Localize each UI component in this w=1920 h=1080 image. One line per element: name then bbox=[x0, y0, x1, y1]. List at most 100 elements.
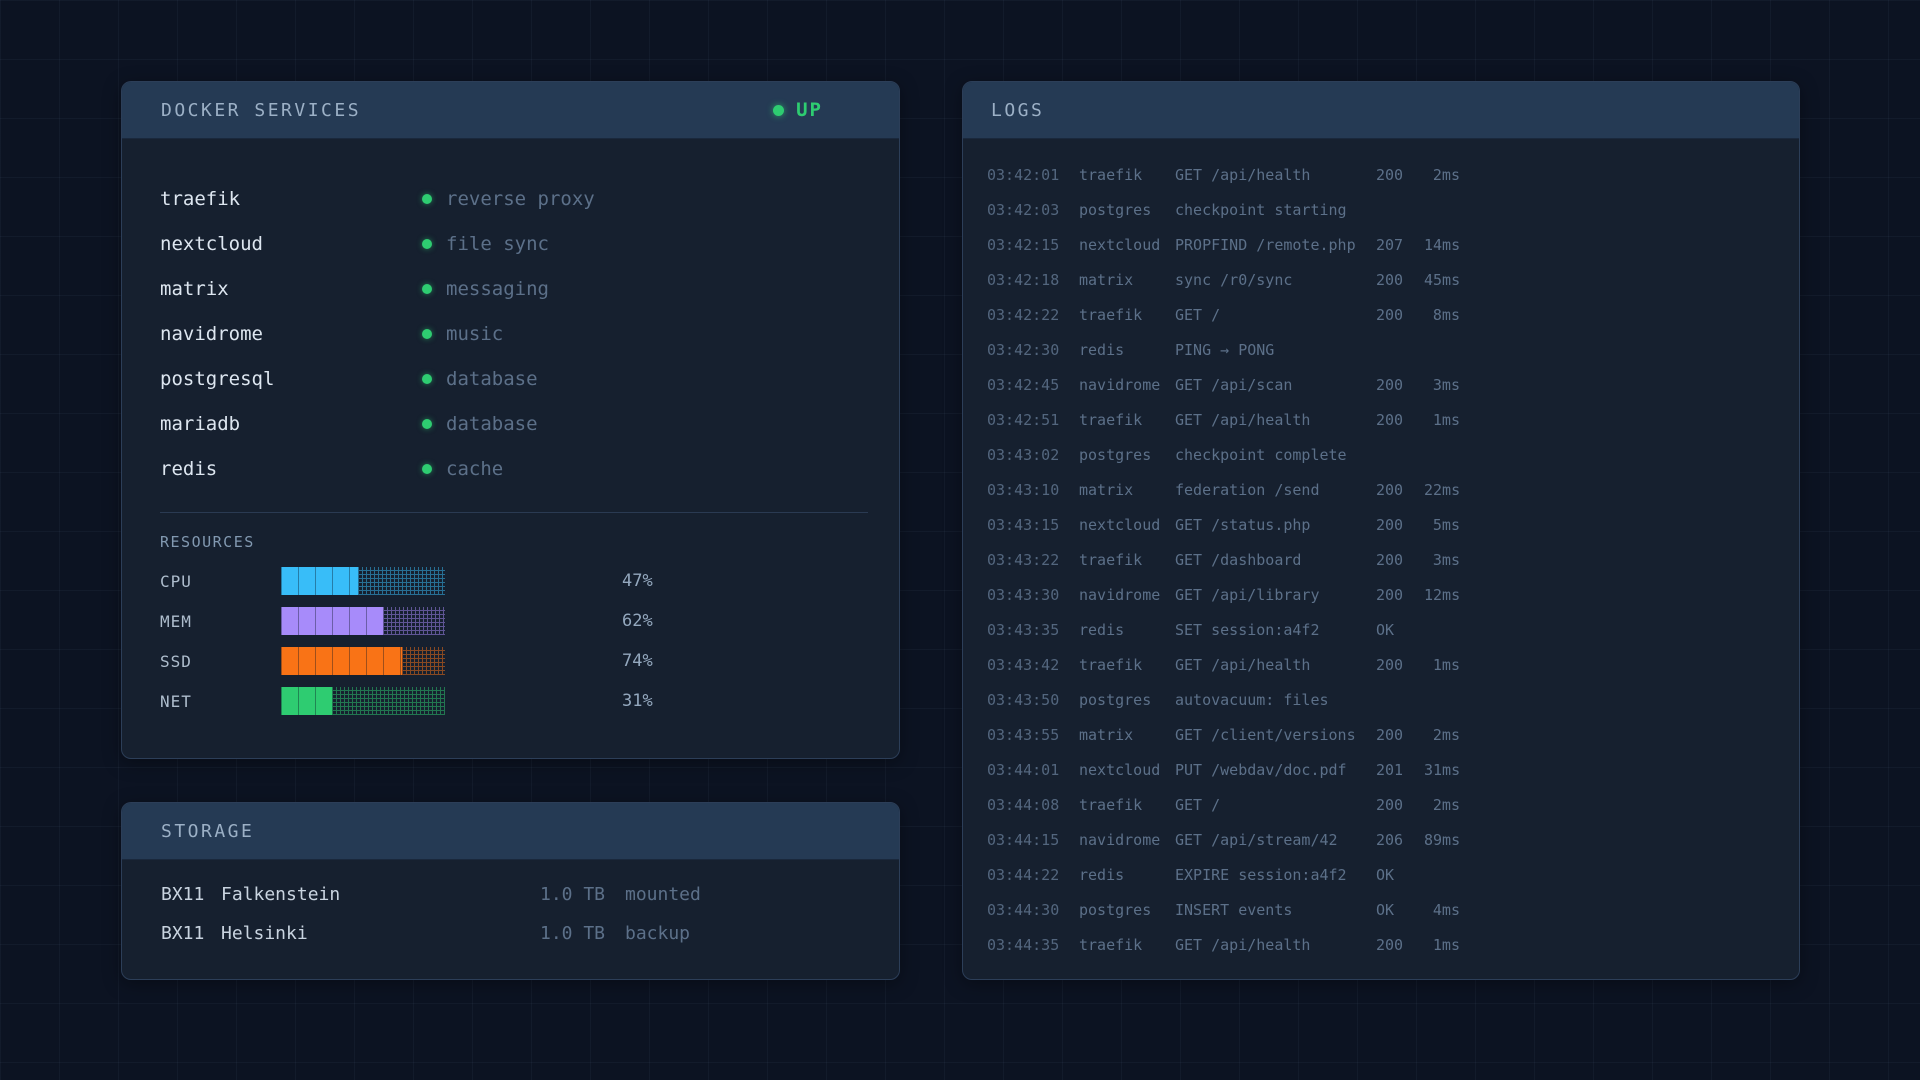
log-message: EXPIRE session:a4f2 bbox=[1175, 866, 1376, 884]
service-description: cache bbox=[446, 458, 899, 480]
log-status-code: 206 bbox=[1376, 831, 1424, 849]
resources-list: CPU 47% MEM 62% SSD bbox=[122, 561, 899, 721]
log-service: redis bbox=[1079, 341, 1175, 359]
resource-percent: 47% bbox=[445, 571, 899, 591]
storage-server-tag: BX11 bbox=[161, 884, 221, 905]
section-divider bbox=[160, 512, 868, 513]
log-status-code: 200 bbox=[1376, 551, 1424, 569]
resource-usage-bar bbox=[281, 687, 445, 715]
service-description: database bbox=[446, 368, 899, 390]
log-timestamp: 03:44:22 bbox=[987, 866, 1079, 884]
storage-row: BX11 Falkenstein 1.0 TB mounted bbox=[161, 875, 899, 914]
logs-header: LOGS bbox=[963, 82, 1799, 139]
service-status-dot-icon bbox=[422, 239, 432, 249]
storage-location: Falkenstein bbox=[221, 884, 540, 905]
service-status-dot-icon bbox=[422, 329, 432, 339]
log-row: 03:43:22 traefik GET /dashboard 200 3ms bbox=[987, 542, 1799, 577]
storage-status: mounted bbox=[625, 884, 899, 905]
log-message: INSERT events bbox=[1175, 901, 1376, 919]
service-name: matrix bbox=[160, 278, 422, 300]
log-service: traefik bbox=[1079, 796, 1175, 814]
log-service: postgres bbox=[1079, 201, 1175, 219]
storage-title: STORAGE bbox=[161, 821, 254, 842]
service-description: database bbox=[446, 413, 899, 435]
service-name: redis bbox=[160, 458, 422, 480]
resource-bar-remainder bbox=[358, 567, 445, 595]
log-status-code: OK bbox=[1376, 901, 1424, 919]
resource-label: MEM bbox=[160, 612, 281, 631]
log-service: navidrome bbox=[1079, 831, 1175, 849]
log-duration: 12ms bbox=[1424, 586, 1460, 604]
log-message: GET /client/versions bbox=[1175, 726, 1376, 744]
log-row: 03:43:50 postgres autovacuum: files bbox=[987, 682, 1799, 717]
log-row: 03:42:03 postgres checkpoint starting bbox=[987, 192, 1799, 227]
dashboard-background: { "theme": { "green": "#2ecc71", "page_b… bbox=[0, 0, 1920, 1080]
log-message: PROPFIND /remote.php bbox=[1175, 236, 1376, 254]
docker-services-title: DOCKER SERVICES bbox=[161, 100, 361, 121]
storage-row: BX11 Helsinki 1.0 TB backup bbox=[161, 914, 899, 953]
services-list: traefik reverse proxy nextcloud file syn… bbox=[122, 139, 899, 491]
log-timestamp: 03:43:15 bbox=[987, 516, 1079, 534]
log-timestamp: 03:43:02 bbox=[987, 446, 1079, 464]
resource-label: CPU bbox=[160, 572, 281, 591]
log-timestamp: 03:42:51 bbox=[987, 411, 1079, 429]
log-status-code: 200 bbox=[1376, 586, 1424, 604]
log-service: postgres bbox=[1079, 446, 1175, 464]
log-timestamp: 03:42:01 bbox=[987, 166, 1079, 184]
service-row: navidrome music bbox=[160, 311, 899, 356]
log-timestamp: 03:44:15 bbox=[987, 831, 1079, 849]
log-timestamp: 03:44:01 bbox=[987, 761, 1079, 779]
logs-title: LOGS bbox=[991, 100, 1044, 121]
resource-row: NET 31% bbox=[160, 681, 899, 721]
log-status-code: 200 bbox=[1376, 936, 1424, 954]
log-timestamp: 03:44:08 bbox=[987, 796, 1079, 814]
log-service: nextcloud bbox=[1079, 516, 1175, 534]
log-status-code: 201 bbox=[1376, 761, 1424, 779]
log-status-code: OK bbox=[1376, 866, 1424, 884]
log-timestamp: 03:43:50 bbox=[987, 691, 1079, 709]
resource-percent: 62% bbox=[445, 611, 899, 631]
log-service: traefik bbox=[1079, 551, 1175, 569]
log-status-code: 200 bbox=[1376, 796, 1424, 814]
log-status-code: 200 bbox=[1376, 271, 1424, 289]
log-status-code: 200 bbox=[1376, 481, 1424, 499]
storage-panel: STORAGE BX11 Falkenstein 1.0 TB mounted … bbox=[121, 802, 900, 980]
log-row: 03:42:01 traefik GET /api/health 200 2ms bbox=[987, 157, 1799, 192]
resources-section-title: RESOURCES bbox=[160, 533, 899, 551]
resource-usage-bar bbox=[281, 647, 445, 675]
resource-percent: 31% bbox=[445, 691, 899, 711]
resource-bar-fill bbox=[281, 687, 332, 715]
log-message: SET session:a4f2 bbox=[1175, 621, 1376, 639]
log-list: 03:42:01 traefik GET /api/health 200 2ms… bbox=[963, 139, 1799, 962]
service-row: redis cache bbox=[160, 446, 899, 491]
log-status-code: 207 bbox=[1376, 236, 1424, 254]
log-service: traefik bbox=[1079, 306, 1175, 324]
status-up-dot-icon bbox=[773, 105, 784, 116]
log-service: navidrome bbox=[1079, 586, 1175, 604]
resource-usage-bar bbox=[281, 567, 445, 595]
log-message: PING → PONG bbox=[1175, 341, 1376, 359]
log-timestamp: 03:44:30 bbox=[987, 901, 1079, 919]
log-service: traefik bbox=[1079, 936, 1175, 954]
log-row: 03:44:30 postgres INSERT events OK 4ms bbox=[987, 892, 1799, 927]
service-name: nextcloud bbox=[160, 233, 422, 255]
storage-size: 1.0 TB bbox=[540, 923, 625, 944]
log-service: nextcloud bbox=[1079, 761, 1175, 779]
resource-usage-bar bbox=[281, 607, 445, 635]
log-row: 03:44:08 traefik GET / 200 2ms bbox=[987, 787, 1799, 822]
log-message: autovacuum: files bbox=[1175, 691, 1376, 709]
log-status-code: OK bbox=[1376, 621, 1424, 639]
log-timestamp: 03:42:18 bbox=[987, 271, 1079, 289]
log-row: 03:43:35 redis SET session:a4f2 OK bbox=[987, 612, 1799, 647]
log-message: sync /r0/sync bbox=[1175, 271, 1376, 289]
log-service: redis bbox=[1079, 866, 1175, 884]
log-duration: 3ms bbox=[1424, 376, 1460, 394]
log-status-code: 200 bbox=[1376, 376, 1424, 394]
log-status-code: 200 bbox=[1376, 306, 1424, 324]
service-row: matrix messaging bbox=[160, 266, 899, 311]
log-timestamp: 03:44:35 bbox=[987, 936, 1079, 954]
service-description: reverse proxy bbox=[446, 188, 899, 210]
service-row: traefik reverse proxy bbox=[160, 176, 899, 221]
service-status-dot-icon bbox=[422, 464, 432, 474]
service-description: messaging bbox=[446, 278, 899, 300]
